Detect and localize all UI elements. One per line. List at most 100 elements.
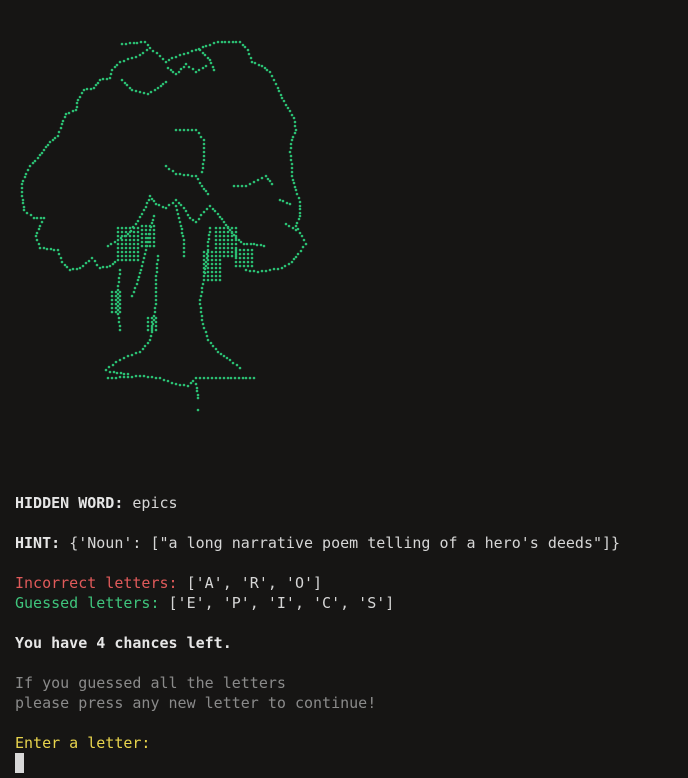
art-dot <box>252 376 256 380</box>
art-dot <box>156 254 160 258</box>
art-dot <box>208 230 212 234</box>
art-dot <box>45 247 49 251</box>
art-dot <box>138 53 142 57</box>
art-dot <box>198 48 202 52</box>
art-dot <box>98 78 102 82</box>
art-dot <box>200 286 204 290</box>
art-dot <box>218 266 222 270</box>
art-dot <box>78 95 82 99</box>
art-dot <box>234 248 238 252</box>
art-dot <box>277 89 281 93</box>
art-dot <box>118 290 122 294</box>
art-dot <box>202 278 206 282</box>
art-dot <box>150 375 154 379</box>
art-dot <box>109 242 113 246</box>
art-dot <box>125 83 129 87</box>
art-dot <box>105 77 109 81</box>
art-dot <box>298 211 302 215</box>
art-dot <box>253 61 257 65</box>
art-dot <box>290 170 294 174</box>
art-dot <box>260 176 264 180</box>
art-dot <box>242 260 246 264</box>
art-dot <box>238 260 242 264</box>
art-dot <box>218 250 222 254</box>
art-dot <box>116 226 120 230</box>
art-dot <box>202 142 206 146</box>
art-dot <box>114 306 118 310</box>
art-dot <box>182 238 186 242</box>
art-dot <box>146 92 150 96</box>
art-dot <box>184 62 188 66</box>
art-dot <box>214 250 218 254</box>
art-dot <box>206 376 210 380</box>
art-dot <box>272 78 276 82</box>
art-dot <box>145 48 149 52</box>
art-dot <box>167 58 171 62</box>
art-dot <box>169 68 173 72</box>
art-dot <box>110 306 114 310</box>
art-dot <box>128 254 132 258</box>
art-dot <box>212 68 216 72</box>
art-dot <box>226 250 230 254</box>
art-dot <box>234 226 238 230</box>
art-dot <box>154 316 158 320</box>
art-dot <box>128 234 132 238</box>
art-dot <box>42 148 46 152</box>
art-dot <box>304 242 308 246</box>
art-dot <box>36 156 40 160</box>
art-dot <box>199 310 203 314</box>
art-dot <box>122 356 126 360</box>
art-dot <box>94 83 98 87</box>
art-dot <box>64 112 68 116</box>
art-dot <box>134 351 138 355</box>
art-dot <box>114 376 118 380</box>
art-dot <box>210 278 214 282</box>
art-dot <box>206 240 210 244</box>
art-dot <box>219 352 223 356</box>
art-dot <box>222 234 226 238</box>
art-dot <box>119 371 123 375</box>
art-dot <box>201 162 205 166</box>
art-dot <box>118 294 122 298</box>
art-dot <box>138 350 142 354</box>
art-dot <box>266 177 270 181</box>
art-dot <box>136 242 140 246</box>
art-dot <box>238 256 242 260</box>
art-dot <box>242 264 246 268</box>
art-dot <box>118 306 122 310</box>
art-dot <box>113 240 117 244</box>
art-dot <box>114 290 118 294</box>
art-dot <box>220 217 224 221</box>
art-dot <box>182 65 186 69</box>
art-dot <box>222 354 226 358</box>
art-dot <box>288 109 292 113</box>
art-dot <box>116 254 120 258</box>
art-dot <box>59 256 63 260</box>
art-dot <box>231 361 235 365</box>
art-dot <box>210 376 214 380</box>
art-dot <box>124 254 128 258</box>
art-dot <box>24 172 28 176</box>
art-dot <box>214 262 218 266</box>
art-dot <box>92 86 96 90</box>
art-dot <box>118 268 122 272</box>
art-dot <box>136 258 140 262</box>
art-dot <box>182 52 186 56</box>
art-dot <box>116 242 120 246</box>
art-dot <box>202 146 206 150</box>
input-cursor[interactable] <box>15 753 24 773</box>
art-dot <box>146 341 150 345</box>
art-dot <box>110 68 114 72</box>
art-dot <box>82 88 86 92</box>
art-dot <box>214 254 218 258</box>
art-dot <box>110 310 114 314</box>
art-dot <box>105 265 109 269</box>
art-dot <box>164 206 168 210</box>
art-dot <box>106 244 110 248</box>
art-dot <box>203 53 207 57</box>
art-dot <box>142 256 146 260</box>
art-dot <box>123 81 127 85</box>
art-dot <box>234 256 238 260</box>
art-dot <box>128 230 132 234</box>
art-dot <box>170 381 174 385</box>
